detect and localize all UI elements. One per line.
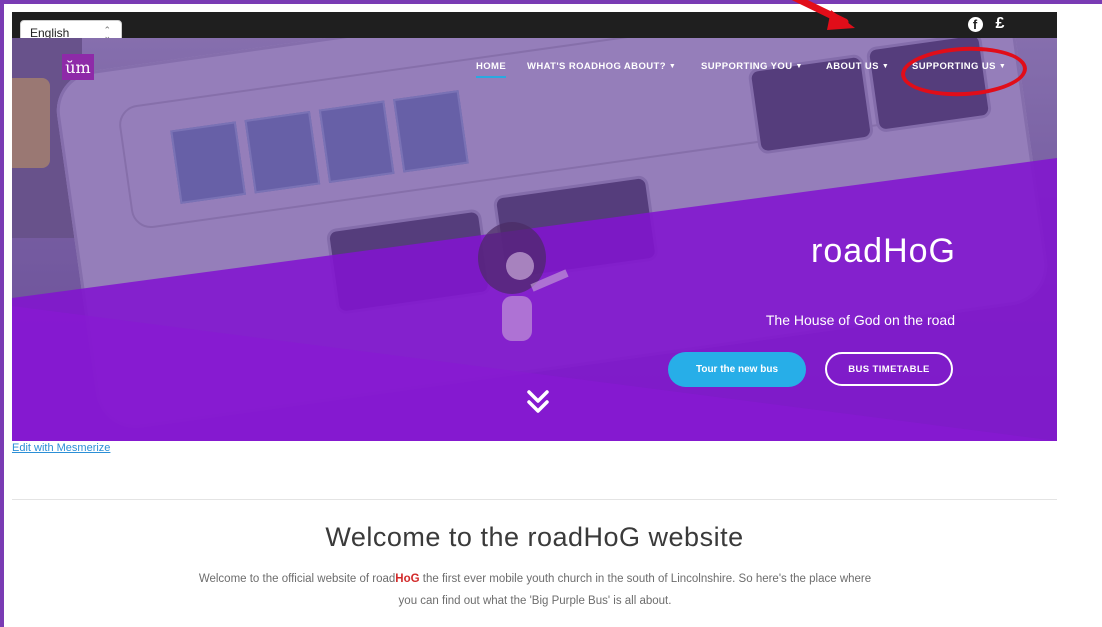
- welcome-text: Welcome to the official website of roadH…: [198, 573, 872, 607]
- chevron-down-icon: ▼: [668, 62, 677, 70]
- top-bar: [12, 12, 1057, 38]
- pound-icon: £: [995, 15, 1005, 32]
- nav-home-label: HOME: [476, 60, 507, 72]
- hog-highlight: HoG: [395, 573, 420, 585]
- double-chevron-down-icon[interactable]: [525, 388, 551, 416]
- site-logo[interactable]: ŭm: [62, 54, 94, 80]
- chevron-down-icon: ▼: [795, 62, 803, 70]
- nav-whats-roadhog-about[interactable]: WHAT'S ROADHOG ABOUT? ▼: [527, 58, 676, 74]
- page-frame-left: [0, 0, 4, 627]
- hero-title: roadHoG: [811, 232, 956, 270]
- page-frame-top: [0, 0, 1102, 4]
- tour-bus-button[interactable]: Tour the new bus: [668, 352, 806, 387]
- mascot-image: [478, 222, 569, 341]
- annotation-arrow: [791, 0, 855, 30]
- chevron-down-icon: ▼: [881, 62, 890, 70]
- hero-subtitle: The House of God on the road: [765, 312, 955, 328]
- welcome-title: Welcome to the roadHoG website: [325, 522, 744, 552]
- nav-supporting-you-label: SUPPORTING YOU: [701, 60, 793, 72]
- nav-home[interactable]: HOME: [476, 58, 507, 78]
- nav-about-us-label: ABOUT US: [826, 60, 879, 72]
- donate-link[interactable]: £: [992, 14, 1008, 34]
- section-divider: [12, 499, 1057, 500]
- nav-whats-roadhog-about-label: WHAT'S ROADHOG ABOUT?: [527, 60, 666, 72]
- facebook-icon: f: [967, 16, 983, 32]
- facebook-link[interactable]: f: [966, 14, 984, 34]
- nav-supporting-you[interactable]: SUPPORTING YOU ▼: [701, 58, 803, 74]
- bus-timetable-button[interactable]: BUS TIMETABLE: [825, 352, 953, 386]
- edit-with-mesmerize-link[interactable]: Edit with Mesmerize: [12, 442, 110, 454]
- nav-about-us[interactable]: ABOUT US ▼: [826, 58, 889, 74]
